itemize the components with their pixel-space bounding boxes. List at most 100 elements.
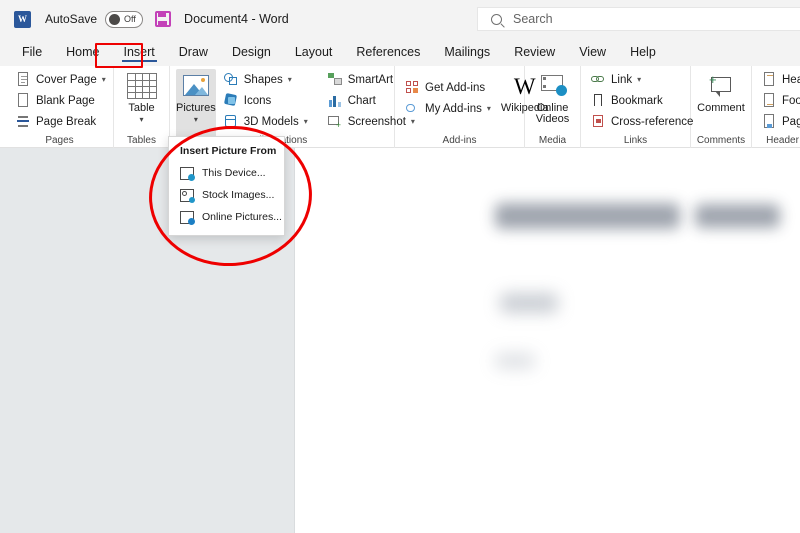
- autosave-label: AutoSave: [45, 12, 98, 26]
- tab-mailings[interactable]: Mailings: [434, 42, 500, 62]
- chevron-down-icon[interactable]: ▾: [194, 115, 198, 124]
- chevron-down-icon[interactable]: ▾: [288, 75, 292, 84]
- document-title: Document4 - Word: [184, 12, 289, 26]
- group-label-header-footer: Header: [766, 135, 799, 146]
- shapes-label: Shapes: [243, 73, 283, 86]
- search-placeholder: Search: [513, 12, 553, 26]
- menu-item-online-pictures[interactable]: Online Pictures...: [169, 206, 284, 228]
- group-label-addins: Add-ins: [442, 135, 477, 146]
- group-label-pages: Pages: [45, 135, 74, 146]
- pictures-label: Pictures: [176, 102, 216, 114]
- blank-page-label: Blank Page: [36, 94, 95, 107]
- save-icon[interactable]: [155, 11, 172, 27]
- tab-file[interactable]: File: [12, 42, 52, 62]
- stock-images-icon: [180, 188, 195, 203]
- tab-layout[interactable]: Layout: [285, 42, 343, 62]
- table-label: Table: [128, 102, 155, 114]
- comment-icon: +: [706, 73, 736, 101]
- blurred-text-block: [695, 204, 780, 228]
- tab-insert[interactable]: Insert: [114, 42, 165, 62]
- menu-item-this-device[interactable]: This Device...: [169, 162, 284, 184]
- chevron-down-icon[interactable]: ▾: [487, 104, 491, 113]
- cover-page-button[interactable]: Cover Page ▾: [12, 69, 110, 90]
- link-label: Link: [611, 73, 633, 86]
- search-box[interactable]: Search: [477, 7, 800, 31]
- tab-references[interactable]: References: [346, 42, 430, 62]
- my-addins-button[interactable]: My Add-ins ▾: [401, 98, 495, 119]
- get-addins-icon: [405, 80, 420, 95]
- ribbon-group-header-footer: Hea Foo Pag Header: [752, 66, 800, 148]
- bookmark-button[interactable]: Bookmark: [587, 90, 697, 111]
- word-app-window: W AutoSave Off Document4 - Word Search F…: [0, 0, 800, 533]
- smartart-label: SmartArt: [347, 73, 394, 86]
- bookmark-label: Bookmark: [611, 94, 663, 107]
- ribbon-tab-strip: File Home Insert Draw Design Layout Refe…: [0, 38, 800, 66]
- footer-button[interactable]: Foo: [758, 90, 800, 111]
- cover-page-label: Cover Page: [36, 73, 97, 86]
- 3d-models-button[interactable]: 3D Models ▾: [220, 111, 312, 132]
- tab-help[interactable]: Help: [620, 42, 666, 62]
- get-addins-label: Get Add-ins: [425, 81, 486, 94]
- shapes-button[interactable]: Shapes ▾: [220, 69, 312, 90]
- chevron-down-icon[interactable]: ▾: [102, 75, 106, 84]
- chevron-down-icon[interactable]: ▾: [139, 115, 143, 124]
- tab-home[interactable]: Home: [56, 42, 109, 62]
- comment-button[interactable]: + Comment: [697, 69, 745, 139]
- this-device-icon: [180, 166, 195, 181]
- pictures-icon: [181, 73, 211, 101]
- get-addins-button[interactable]: Get Add-ins: [401, 77, 495, 98]
- pictures-button[interactable]: Pictures ▾: [176, 69, 216, 139]
- footer-label: Foo: [782, 94, 800, 107]
- shapes-icon: [223, 72, 239, 87]
- tab-review[interactable]: Review: [504, 42, 565, 62]
- cross-reference-icon: [591, 114, 606, 129]
- icons-icon: [223, 92, 239, 108]
- page-break-icon: [16, 114, 31, 129]
- header-button[interactable]: Hea: [758, 69, 800, 90]
- page-number-label: Pag: [782, 115, 800, 128]
- autosave-toggle[interactable]: Off: [105, 10, 144, 28]
- blurred-text-block: [495, 353, 535, 369]
- ribbon-group-pages: Cover Page ▾ Blank Page Page Break Pages: [6, 66, 114, 148]
- bookmark-icon: [591, 93, 606, 108]
- cross-reference-label: Cross-reference: [611, 115, 694, 128]
- tab-draw[interactable]: Draw: [169, 42, 218, 62]
- document-page[interactable]: [294, 148, 800, 533]
- autosave-toggle-knob: [109, 13, 121, 25]
- dropdown-header: Insert Picture From: [180, 145, 277, 157]
- page-break-button[interactable]: Page Break: [12, 111, 110, 132]
- online-videos-icon: [538, 73, 568, 101]
- tab-view[interactable]: View: [569, 42, 616, 62]
- blurred-text-block: [495, 203, 680, 229]
- ribbon: Cover Page ▾ Blank Page Page Break Pages…: [0, 66, 800, 148]
- online-pictures-icon: [180, 210, 195, 225]
- ribbon-group-addins: Get Add-ins My Add-ins ▾ W Wikipedia Add…: [395, 66, 549, 148]
- group-label-comments: Comments: [696, 135, 746, 146]
- page-break-label: Page Break: [36, 115, 97, 128]
- 3d-models-icon: [224, 114, 239, 129]
- word-logo-icon: W: [14, 10, 31, 28]
- icons-label: Icons: [243, 94, 272, 107]
- cover-page-icon: [16, 72, 31, 87]
- search-icon: [491, 13, 502, 25]
- online-videos-button[interactable]: Online Videos: [531, 69, 574, 139]
- blank-page-icon: [16, 93, 31, 108]
- menu-item-stock-images[interactable]: Stock Images...: [169, 184, 284, 206]
- icons-button[interactable]: Icons: [220, 90, 312, 111]
- link-button[interactable]: Link ▾: [587, 69, 697, 90]
- my-addins-icon: [405, 101, 420, 116]
- table-icon: [126, 73, 157, 101]
- insert-picture-dropdown: Insert Picture From This Device... Stock…: [168, 136, 285, 236]
- chevron-down-icon[interactable]: ▾: [637, 75, 641, 84]
- header-icon: [762, 72, 777, 87]
- tab-design[interactable]: Design: [222, 42, 281, 62]
- 3d-models-label: 3D Models: [243, 115, 299, 128]
- header-label: Hea: [782, 73, 800, 86]
- my-addins-label: My Add-ins: [425, 102, 482, 115]
- table-button[interactable]: Table ▾: [120, 69, 163, 139]
- group-label-media: Media: [538, 135, 567, 146]
- cross-reference-button[interactable]: Cross-reference: [587, 111, 697, 132]
- blank-page-button[interactable]: Blank Page: [12, 90, 110, 111]
- chevron-down-icon[interactable]: ▾: [304, 117, 308, 126]
- page-number-button[interactable]: Pag: [758, 111, 800, 132]
